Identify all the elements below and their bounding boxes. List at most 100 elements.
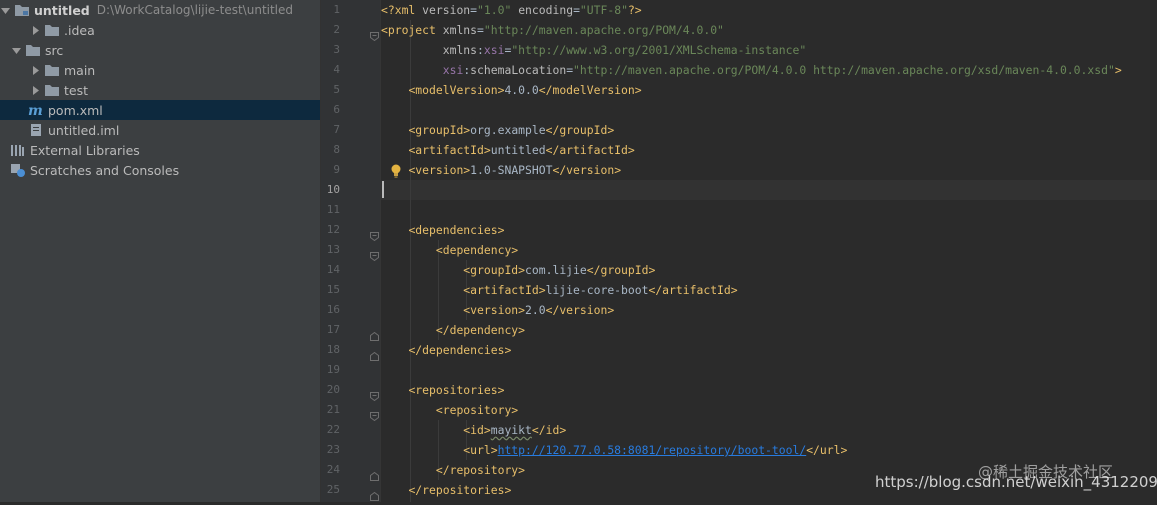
code-token: "http://maven.apache.org/POM/4.0.0" — [483, 23, 724, 37]
code-token: <repositories> — [408, 383, 505, 397]
code-line[interactable]: <project xmlns="http://maven.apache.org/… — [381, 20, 724, 40]
code-token: "http://maven.apache.org/POM/4.0.0 http:… — [573, 63, 1115, 77]
fold-end-icon[interactable] — [370, 466, 379, 481]
code-line[interactable]: <version>2.0</version> — [381, 300, 614, 320]
code-token: <groupId> — [408, 123, 471, 137]
tree-item-untitled-iml[interactable]: untitled.iml — [0, 120, 320, 140]
line-number[interactable]: 23 — [321, 440, 340, 460]
code-line[interactable]: <repositories> — [381, 380, 504, 400]
code-line[interactable]: <dependency> — [381, 240, 518, 260]
tree-item-pom-xml[interactable]: m pom.xml — [0, 100, 320, 120]
fold-end-icon[interactable] — [370, 486, 379, 501]
line-number[interactable]: 5 — [321, 80, 340, 100]
folder-icon — [25, 43, 41, 57]
fold-collapse-icon[interactable] — [370, 26, 379, 42]
line-number[interactable]: 9 — [321, 160, 340, 180]
line-number[interactable]: 15 — [321, 280, 340, 300]
line-number[interactable]: 12 — [321, 220, 340, 240]
fold-collapse-icon[interactable] — [370, 246, 379, 262]
code-line[interactable]: </repositories> — [381, 480, 511, 500]
tree-root-untitled[interactable]: untitled D:\WorkCatalog\lijie-test\untit… — [0, 0, 320, 20]
code-line[interactable]: </repository> — [381, 460, 525, 480]
line-number[interactable]: 21 — [321, 400, 340, 420]
tree-item-external-libraries[interactable]: External Libraries — [0, 140, 320, 160]
code-editor[interactable]: <?xml version="1.0" encoding="UTF-8"?> <p… — [381, 0, 1157, 502]
code-line[interactable]: <version>1.0-SNAPSHOT</version> — [381, 160, 621, 180]
code-line[interactable]: <modelVersion>4.0.0</modelVersion> — [381, 80, 642, 100]
tree-item-idea[interactable]: .idea — [0, 20, 320, 40]
code-link[interactable]: http://120.77.0.58:8081/repository/boot-… — [498, 443, 807, 457]
code-line[interactable]: <dependencies> — [381, 220, 504, 240]
line-number[interactable]: 16 — [321, 300, 340, 320]
tree-item-main[interactable]: main — [0, 60, 320, 80]
line-number[interactable]: 14 — [321, 260, 340, 280]
maven-icon: m — [28, 103, 44, 117]
scratches-icon — [10, 163, 26, 177]
line-number[interactable]: 20 — [321, 380, 340, 400]
line-number[interactable]: 1 — [321, 0, 340, 20]
chevron-down-icon[interactable] — [11, 45, 21, 55]
code-line[interactable]: <id>mayikt</id> — [381, 420, 566, 440]
project-panel: untitled D:\WorkCatalog\lijie-test\untit… — [0, 0, 320, 502]
line-number[interactable]: 4 — [321, 60, 340, 80]
code-line[interactable]: <?xml version="1.0" encoding="UTF-8"?> — [381, 0, 642, 20]
editor-gutter[interactable]: 1 2 3 4 5 6 7 8 9 10 11 12 13 14 15 16 17 18 19 20 21 22 23 24 2… — [321, 0, 380, 502]
line-number[interactable]: 13 — [321, 240, 340, 260]
line-number[interactable]: 10 — [321, 180, 340, 200]
line-number[interactable]: 7 — [321, 120, 340, 140]
code-token: </id> — [531, 423, 567, 437]
tree-root-path: D:\WorkCatalog\lijie-test\untitled — [96, 3, 294, 17]
code-line[interactable]: <repository> — [381, 400, 518, 420]
code-line[interactable]: <groupId>org.example</groupId> — [381, 120, 614, 140]
line-number[interactable]: 11 — [321, 200, 340, 220]
line-number[interactable]: 8 — [321, 140, 340, 160]
code-token: > — [1114, 63, 1122, 77]
code-token: </url> — [806, 443, 848, 457]
fold-end-icon[interactable] — [370, 326, 379, 341]
line-number[interactable]: 18 — [321, 340, 340, 360]
fold-collapse-icon[interactable] — [370, 406, 379, 422]
code-token: <artifactId> — [463, 283, 546, 297]
code-line[interactable]: xmlns:xsi="http://www.w3.org/2001/XMLSch… — [381, 40, 806, 60]
line-number[interactable]: 24 — [321, 460, 340, 480]
code-token: encoding — [518, 3, 574, 17]
tree-item-src[interactable]: src — [0, 40, 320, 60]
code-line[interactable]: <url>http://120.77.0.58:8081/repository/… — [381, 440, 847, 460]
code-line[interactable]: xsi:schemaLocation="http://maven.apache.… — [381, 60, 1122, 80]
line-number[interactable]: 19 — [321, 360, 340, 380]
line-number[interactable]: 22 — [321, 420, 340, 440]
tree-item-scratches[interactable]: Scratches and Consoles — [0, 160, 320, 180]
line-number[interactable]: 2 — [321, 20, 340, 40]
code-token: xmlns — [442, 43, 478, 57]
chevron-right-icon[interactable] — [30, 65, 40, 75]
chevron-down-icon[interactable] — [0, 5, 10, 15]
chevron-right-icon[interactable] — [30, 25, 40, 35]
fold-collapse-icon[interactable] — [370, 386, 379, 402]
tree-item-test[interactable]: test — [0, 80, 320, 100]
code-line[interactable]: <artifactId>lijie-core-boot</artifactId> — [381, 280, 737, 300]
code-line[interactable]: <groupId>com.lijie</groupId> — [381, 260, 655, 280]
code-token: <repository> — [435, 403, 519, 417]
line-number[interactable]: 3 — [321, 40, 340, 60]
code-token: </version> — [552, 163, 622, 177]
code-line[interactable]: </dependencies> — [381, 340, 511, 360]
fold-end-icon[interactable] — [370, 346, 379, 361]
code-token: </groupId> — [545, 123, 615, 137]
code-token: </modelVersion> — [538, 83, 642, 97]
code-line[interactable]: </dependency> — [381, 320, 525, 340]
code-line[interactable]: <artifactId>untitled</artifactId> — [381, 140, 634, 160]
code-token: 4.0.0 — [504, 83, 539, 97]
module-folder-icon — [14, 3, 30, 17]
line-number[interactable]: 6 — [321, 100, 340, 120]
code-token: </groupId> — [586, 263, 656, 277]
chevron-right-icon[interactable] — [30, 85, 40, 95]
line-number[interactable]: 17 — [321, 320, 340, 340]
module-file-icon — [28, 123, 44, 137]
fold-collapse-icon[interactable] — [370, 226, 379, 242]
line-number[interactable]: 25 — [321, 480, 340, 500]
libraries-icon — [10, 143, 26, 157]
